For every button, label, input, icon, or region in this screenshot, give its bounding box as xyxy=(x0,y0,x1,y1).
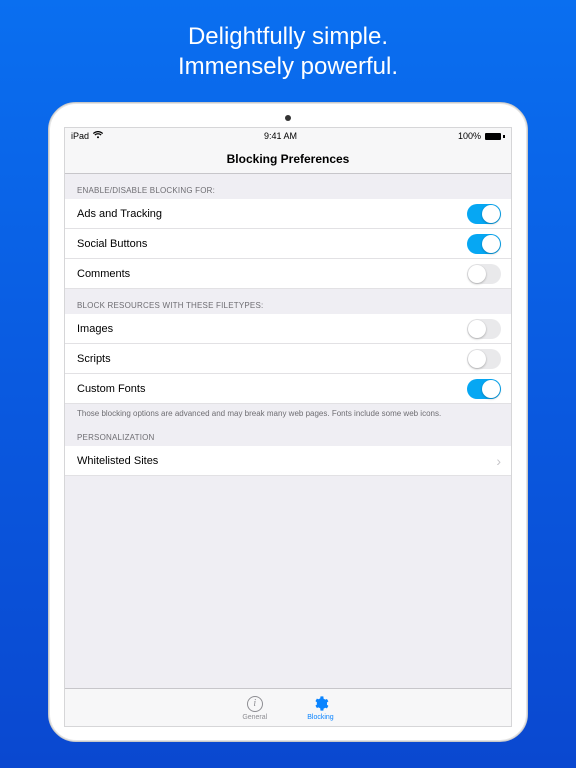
marketing-line1: Delightfully simple. xyxy=(178,22,398,52)
gear-icon xyxy=(312,695,329,713)
section-header-resources: BLOCK RESOURCES WITH THESE FILETYPES: xyxy=(65,289,511,314)
tab-general[interactable]: i General xyxy=(242,695,267,721)
section-footer-resources: Those blocking options are advanced and … xyxy=(65,404,511,421)
ipad-frame: iPad 9:41 AM 100% Blocking Preferences E… xyxy=(48,102,528,742)
row-custom-fonts[interactable]: Custom Fonts xyxy=(65,374,511,404)
ipad-screen: iPad 9:41 AM 100% Blocking Preferences E… xyxy=(64,127,512,727)
row-label: Social Buttons xyxy=(77,238,147,250)
section-header-personalization: PERSONALIZATION xyxy=(65,421,511,446)
nav-bar: Blocking Preferences xyxy=(65,144,511,174)
status-bar: iPad 9:41 AM 100% xyxy=(65,128,511,144)
row-social-buttons[interactable]: Social Buttons xyxy=(65,229,511,259)
switch-custom-fonts[interactable] xyxy=(467,379,501,399)
tab-bar: i General Blocking xyxy=(65,688,511,726)
row-label: Images xyxy=(77,323,113,335)
row-whitelisted-sites[interactable]: Whitelisted Sites › xyxy=(65,446,511,476)
settings-content[interactable]: ENABLE/DISABLE BLOCKING FOR: Ads and Tra… xyxy=(65,174,511,688)
status-device-label: iPad xyxy=(71,131,89,141)
info-icon: i xyxy=(247,695,263,713)
row-label: Whitelisted Sites xyxy=(77,455,158,467)
status-time: 9:41 AM xyxy=(264,131,297,141)
row-label: Comments xyxy=(77,268,130,280)
switch-images[interactable] xyxy=(467,319,501,339)
switch-scripts[interactable] xyxy=(467,349,501,369)
status-battery-pct: 100% xyxy=(458,131,481,141)
row-ads-tracking[interactable]: Ads and Tracking xyxy=(65,199,511,229)
tab-label: Blocking xyxy=(307,714,333,721)
marketing-line2: Immensely powerful. xyxy=(178,52,398,82)
page-title: Blocking Preferences xyxy=(227,152,350,166)
section-header-blocking: ENABLE/DISABLE BLOCKING FOR: xyxy=(65,174,511,199)
row-images[interactable]: Images xyxy=(65,314,511,344)
tab-label: General xyxy=(242,714,267,721)
wifi-icon xyxy=(93,131,103,141)
ipad-camera xyxy=(285,115,291,121)
tab-blocking[interactable]: Blocking xyxy=(307,695,333,721)
switch-social-buttons[interactable] xyxy=(467,234,501,254)
row-scripts[interactable]: Scripts xyxy=(65,344,511,374)
switch-ads-tracking[interactable] xyxy=(467,204,501,224)
row-label: Scripts xyxy=(77,353,111,365)
battery-icon xyxy=(485,133,505,140)
row-label: Ads and Tracking xyxy=(77,208,162,220)
marketing-headline: Delightfully simple. Immensely powerful. xyxy=(178,22,398,82)
chevron-right-icon: › xyxy=(496,453,501,469)
row-label: Custom Fonts xyxy=(77,383,145,395)
switch-comments[interactable] xyxy=(467,264,501,284)
row-comments[interactable]: Comments xyxy=(65,259,511,289)
